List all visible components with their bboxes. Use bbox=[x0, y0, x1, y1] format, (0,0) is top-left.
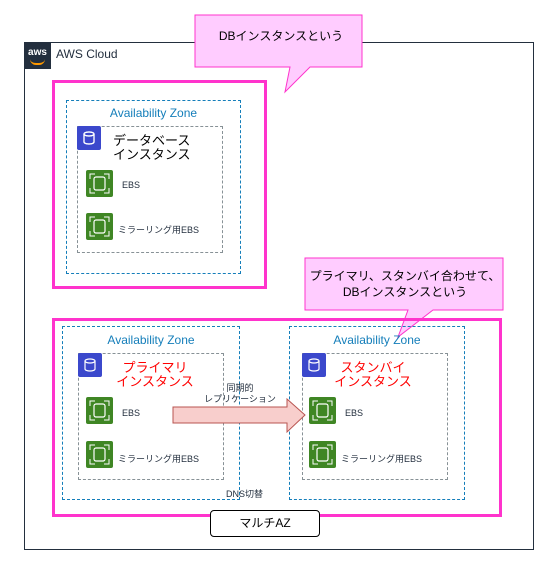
ebs-label-primary: EBS bbox=[122, 408, 141, 418]
mirror-ebs-label-primary: ミラーリング用EBS bbox=[118, 454, 200, 464]
ebs-volume-icon bbox=[86, 170, 113, 197]
instance-title-top: データベース インスタンス bbox=[113, 133, 191, 162]
mirror-ebs-label-standby: ミラーリング用EBS bbox=[341, 454, 423, 464]
replication-label: 同期的 レプリケーション bbox=[204, 383, 276, 404]
ebs-label-top: EBS bbox=[122, 180, 141, 190]
az-label-primary: Availability Zone bbox=[107, 333, 195, 347]
mirror-ebs-label-top: ミラーリング用EBS bbox=[118, 225, 200, 235]
callout-top-text: DBインスタンスという bbox=[218, 29, 344, 43]
ebs-label-standby: EBS bbox=[345, 408, 364, 418]
database-icon bbox=[302, 353, 326, 377]
database-glyph-icon bbox=[83, 131, 95, 145]
az-label-standby: Availability Zone bbox=[333, 333, 421, 347]
ebs-volume-icon bbox=[309, 397, 336, 424]
ebs-volume-icon bbox=[86, 397, 113, 424]
primary-instance-title: プライマリ インスタンス bbox=[116, 360, 194, 389]
multi-az-label: マルチAZ bbox=[210, 510, 320, 537]
ebs-volume-icon bbox=[309, 441, 336, 468]
database-icon bbox=[78, 353, 102, 377]
ebs-volume-icon bbox=[86, 213, 113, 240]
az-label-top: Availability Zone bbox=[109, 106, 198, 120]
dns-switch-label: DNS切替 bbox=[226, 489, 264, 499]
standby-instance-title: スタンバイ インスタンス bbox=[334, 360, 412, 389]
callout-bottom-text: プライマリ、スタンバイ合わせて、 DBインスタンスという bbox=[309, 269, 501, 299]
aws-cloud-label: AWS Cloud bbox=[56, 47, 118, 61]
ebs-volume-icon bbox=[86, 441, 113, 468]
aws-logo-icon: aws bbox=[24, 42, 51, 69]
